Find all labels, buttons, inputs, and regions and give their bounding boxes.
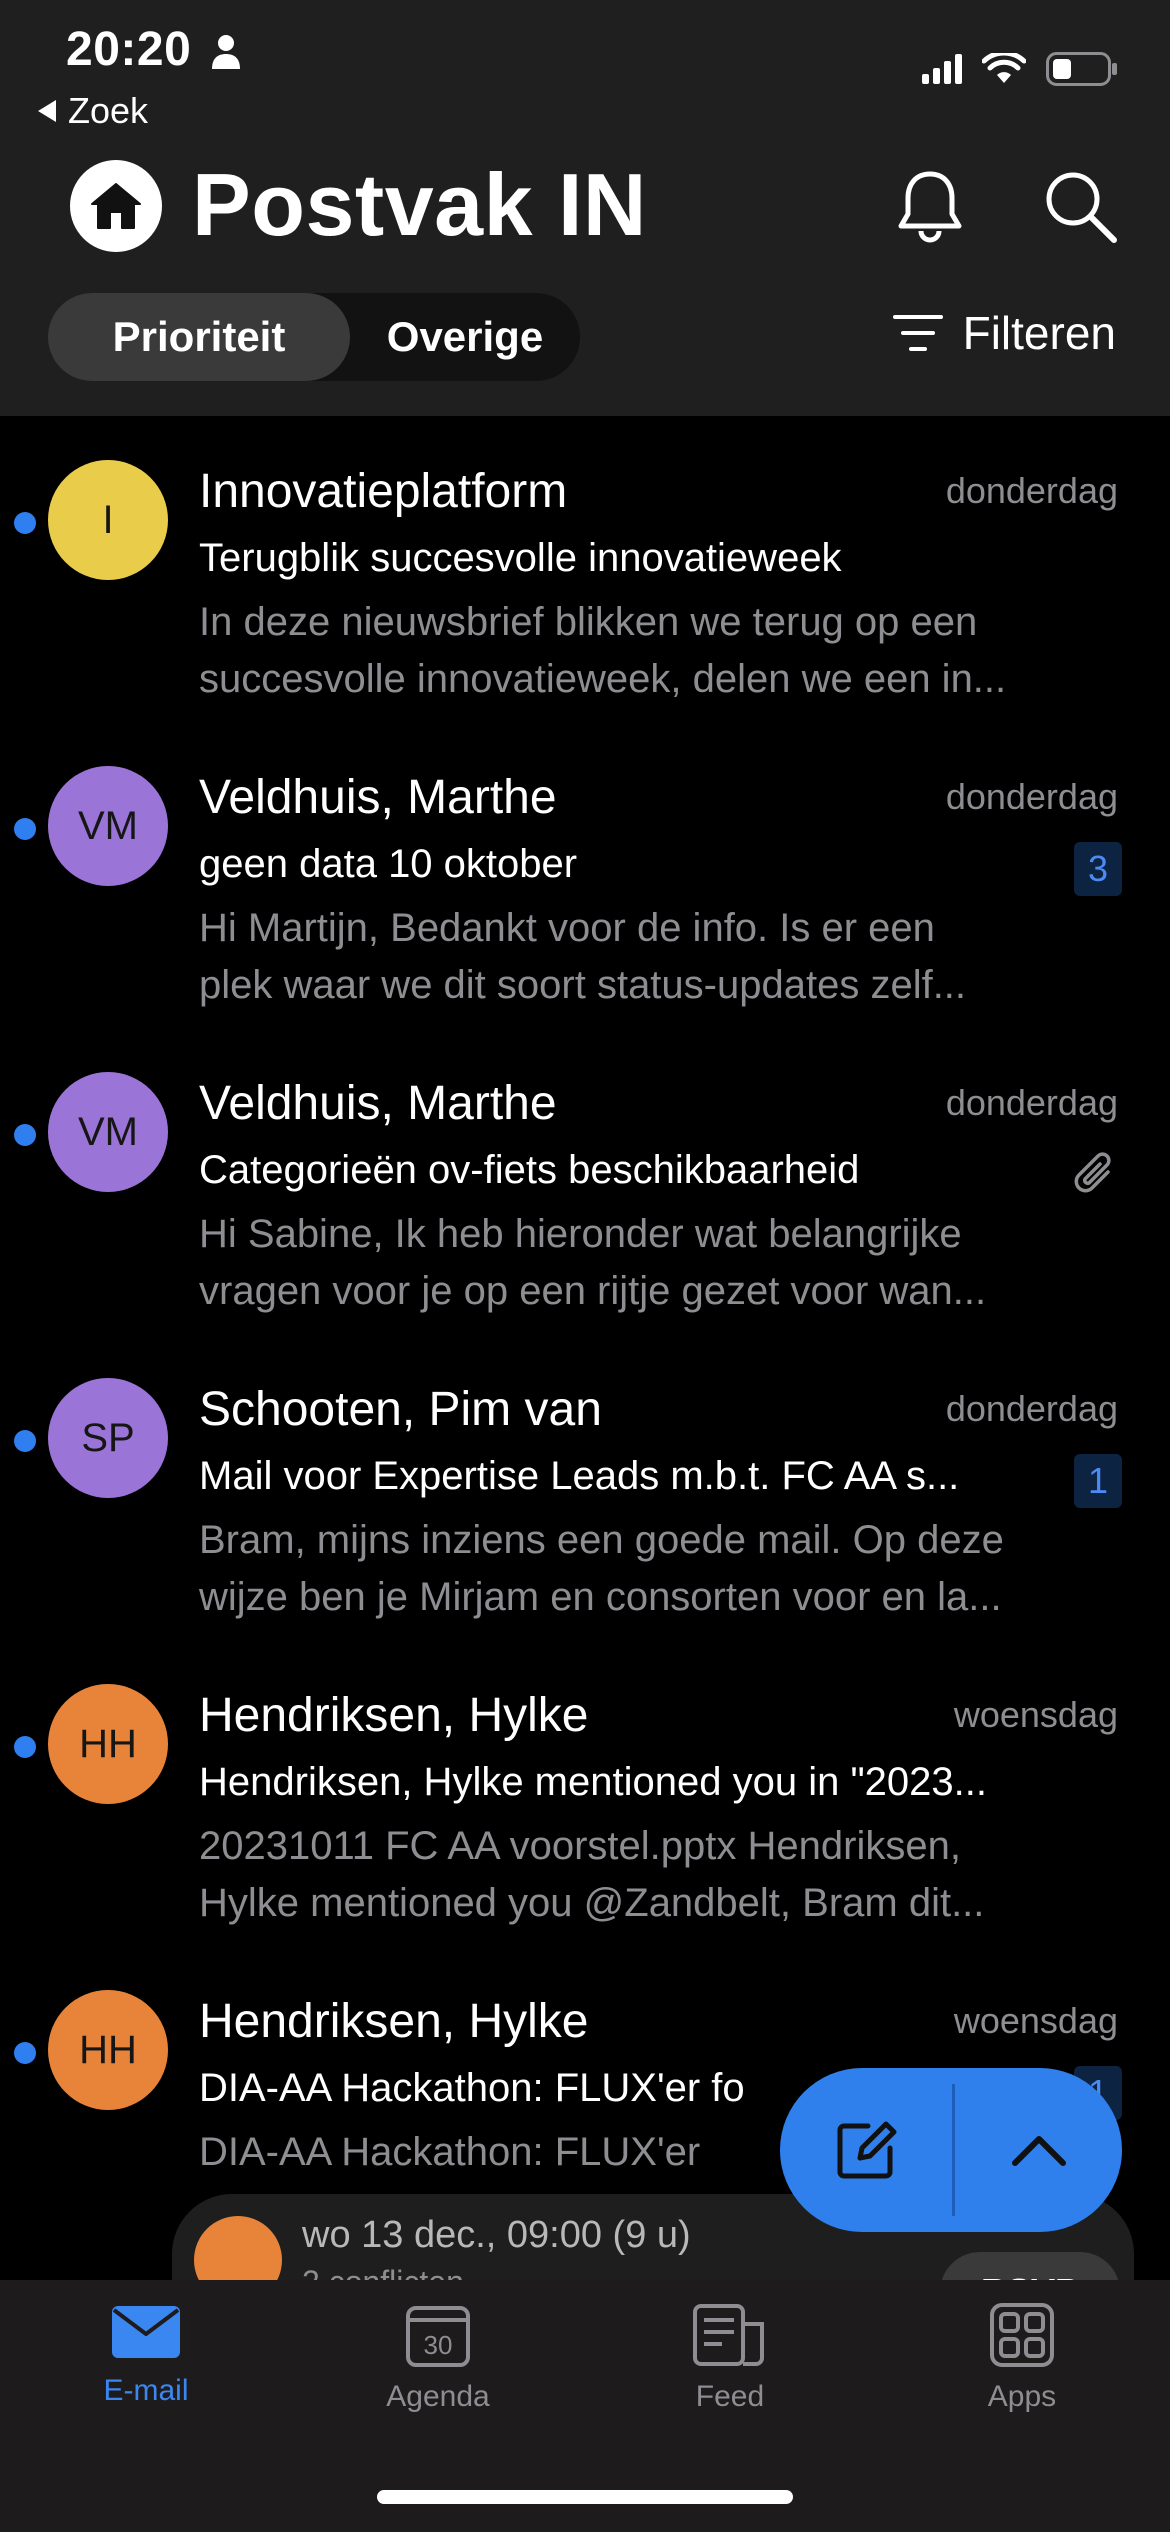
thread-count-badge: 1 bbox=[1074, 1454, 1122, 1508]
message-preview-line: Bram, mijns inziens een goede mail. Op d… bbox=[199, 1518, 1004, 1562]
compose-button[interactable] bbox=[780, 2068, 952, 2232]
message-preview-line: Hi Sabine, Ik heb hieronder wat belangri… bbox=[199, 1212, 962, 1256]
signal-icon bbox=[922, 54, 962, 84]
tab-prioriteit[interactable]: Prioriteit bbox=[48, 293, 350, 381]
message-preview-line: In deze nieuwsbrief blikken we terug op … bbox=[199, 600, 978, 644]
floating-action-button bbox=[780, 2068, 1122, 2232]
unread-indicator bbox=[14, 1430, 36, 1452]
message-date: donderdag bbox=[945, 776, 1118, 817]
message-row[interactable]: I Innovatieplatform donderdag Terugblik … bbox=[0, 416, 1170, 722]
message-sender: Veldhuis, Marthe bbox=[199, 1077, 557, 1130]
message-preview: Hi Sabine, Ik heb hieronder wat belangri… bbox=[199, 1206, 1119, 1320]
tab-label: Feed bbox=[695, 2380, 765, 2413]
status-icons bbox=[922, 52, 1118, 86]
person-icon bbox=[212, 35, 240, 69]
back-arrow-icon bbox=[38, 100, 56, 122]
tab-feed[interactable]: Feed bbox=[640, 2302, 820, 2414]
message-subject: geen data 10 oktober bbox=[199, 842, 578, 886]
calendar-day: 30 bbox=[424, 2330, 453, 2360]
message-date: woensdag bbox=[953, 2000, 1118, 2041]
message-preview-line: succesvolle innovatieweek, delen we een … bbox=[199, 657, 1007, 701]
avatar: VM bbox=[48, 766, 168, 886]
unread-indicator bbox=[14, 818, 36, 840]
filter-button[interactable]: Filteren bbox=[892, 306, 1116, 360]
apps-icon bbox=[990, 2303, 1054, 2367]
thread-count-badge: 3 bbox=[1074, 842, 1122, 896]
attachment-icon bbox=[1074, 1152, 1111, 1193]
unread-indicator bbox=[14, 2042, 36, 2064]
mail-icon bbox=[112, 2306, 180, 2358]
back-link[interactable]: Zoek bbox=[38, 90, 148, 132]
search-icon[interactable] bbox=[1042, 168, 1118, 244]
tab-overige[interactable]: Overige bbox=[350, 293, 580, 381]
home-indicator bbox=[377, 2490, 793, 2504]
message-preview-line: vragen voor je op een rijtje gezet voor … bbox=[199, 1269, 987, 1313]
message-subject: Mail voor Expertise Leads m.b.t. FC AA s… bbox=[199, 1454, 960, 1498]
message-sender: Hendriksen, Hylke bbox=[199, 1995, 589, 2048]
tab-label: E-mail bbox=[103, 2374, 189, 2407]
scroll-up-button[interactable] bbox=[955, 2068, 1122, 2232]
message-date: donderdag bbox=[945, 1082, 1118, 1123]
filter-label: Filteren bbox=[962, 307, 1116, 359]
tab-email[interactable]: E-mail bbox=[56, 2302, 236, 2408]
back-label: Zoek bbox=[68, 90, 149, 131]
avatar: I bbox=[48, 460, 168, 580]
unread-indicator bbox=[14, 1124, 36, 1146]
message-preview: Hi Martijn, Bedankt voor de info. Is er … bbox=[199, 900, 1119, 1014]
chevron-up-icon bbox=[1011, 2136, 1066, 2166]
tab-label: Apps bbox=[987, 2380, 1057, 2413]
message-subject: Hendriksen, Hylke mentioned you in "2023… bbox=[199, 1760, 987, 1804]
event-time: wo 13 dec., 09:00 (9 u) bbox=[302, 2214, 691, 2256]
avatar: HH bbox=[48, 1684, 168, 1804]
message-date: woensdag bbox=[953, 1694, 1118, 1735]
message-sender: Innovatieplatform bbox=[199, 465, 568, 518]
message-preview-line: Hi Martijn, Bedankt voor de info. Is er … bbox=[199, 906, 935, 950]
message-date: donderdag bbox=[945, 1388, 1118, 1429]
message-row[interactable]: HH Hendriksen, Hylke woensdag Hendriksen… bbox=[0, 1640, 1170, 1946]
bell-icon[interactable] bbox=[896, 168, 964, 244]
avatar: SP bbox=[48, 1378, 168, 1498]
battery-icon bbox=[1046, 52, 1117, 86]
message-preview-line: Hylke mentioned you @Zandbelt, Bram dit.… bbox=[199, 1881, 985, 1925]
message-subject: Categorieën ov-fiets beschikbaarheid bbox=[199, 1148, 860, 1192]
avatar: HH bbox=[48, 1990, 168, 2110]
status-time: 20:20 bbox=[66, 23, 192, 76]
message-row[interactable]: VM Veldhuis, Marthe donderdag geen data … bbox=[0, 722, 1170, 1028]
feed-icon bbox=[693, 2304, 764, 2366]
home-icon[interactable] bbox=[70, 160, 162, 252]
page-title: Postvak IN bbox=[192, 155, 647, 254]
message-sender: Veldhuis, Marthe bbox=[199, 771, 557, 824]
message-preview: 20231011 FC AA voorstel.pptx Hendriksen,… bbox=[199, 1818, 1119, 1932]
message-subject: Terugblik succesvolle innovatieweek bbox=[199, 536, 842, 580]
tab-label: Agenda bbox=[386, 2380, 490, 2413]
message-preview-line: 20231011 FC AA voorstel.pptx Hendriksen, bbox=[199, 1824, 961, 1868]
message-row[interactable]: SP Schooten, Pim van donderdag Mail voor… bbox=[0, 1334, 1170, 1640]
avatar: VM bbox=[48, 1072, 168, 1192]
message-preview-line: wijze ben je Mirjam en consorten voor en… bbox=[199, 1575, 1002, 1619]
unread-indicator bbox=[14, 512, 36, 534]
message-preview-line: plek waar we dit soort status-updates ze… bbox=[199, 963, 967, 1007]
tab-agenda[interactable]: 30 Agenda bbox=[348, 2302, 528, 2414]
message-sender: Hendriksen, Hylke bbox=[199, 1689, 589, 1742]
compose-icon bbox=[837, 2121, 897, 2179]
message-row[interactable]: VM Veldhuis, Marthe donderdag Categorieë… bbox=[0, 1028, 1170, 1334]
filter-icon bbox=[892, 315, 943, 351]
message-preview: In deze nieuwsbrief blikken we terug op … bbox=[199, 594, 1119, 708]
message-sender: Schooten, Pim van bbox=[199, 1383, 602, 1436]
header: 20:20 Zoek Postvak IN Prioriteit Overige… bbox=[0, 0, 1170, 416]
message-date: donderdag bbox=[945, 470, 1118, 511]
calendar-icon: 30 bbox=[406, 2306, 470, 2367]
wifi-icon bbox=[982, 53, 1026, 83]
tab-apps[interactable]: Apps bbox=[932, 2302, 1112, 2414]
inbox-segmented-control: Prioriteit Overige bbox=[48, 293, 580, 381]
message-preview: Bram, mijns inziens een goede mail. Op d… bbox=[199, 1512, 1119, 1626]
unread-indicator bbox=[14, 1736, 36, 1758]
